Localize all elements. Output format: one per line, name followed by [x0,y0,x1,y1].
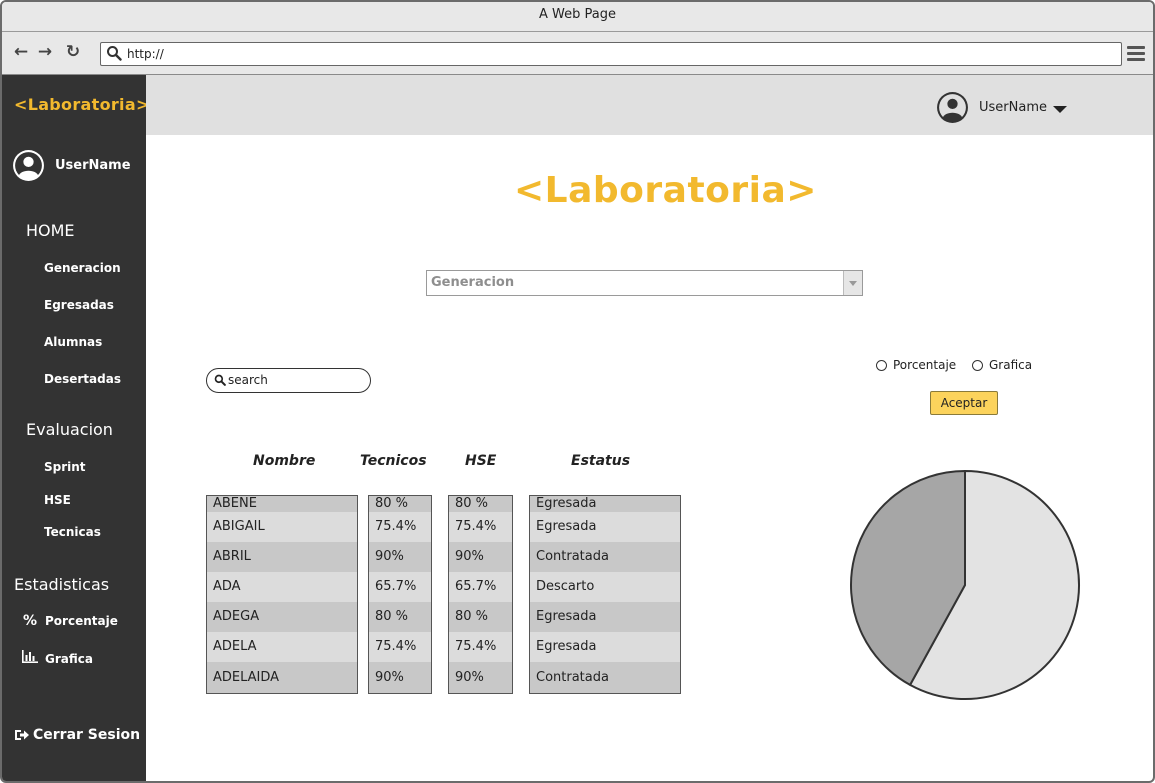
window-title: A Web Page [2,2,1153,32]
table-cell: ABIGAIL [207,512,357,542]
sidebar: <Laboratoria> UserName HOME Generacion E… [2,75,149,781]
sidebar-heading-evaluacion[interactable]: Evaluacion [26,420,113,439]
main-logo: <Laboratoria> [514,170,817,211]
table-cell: 75.4% [449,632,512,662]
url-input[interactable] [127,45,1027,63]
user-avatar-icon [937,92,968,123]
table-cell: ADELA [207,632,357,662]
radio-grafica[interactable]: Grafica [972,358,1032,372]
user-avatar-icon [13,150,44,181]
chevron-down-icon[interactable] [843,271,862,295]
reload-icon[interactable]: ↻ [63,42,83,62]
bar-chart-icon [20,650,40,667]
sidebar-logo: <Laboratoria> [14,95,150,114]
radio-circle[interactable] [972,359,983,371]
browser-navbar: ← → ↻ [2,32,1153,75]
sidebar-heading-estadisticas[interactable]: Estadisticas [14,575,109,594]
sign-out-icon [15,730,29,740]
table-cell: ADEGA [207,602,357,632]
generation-select[interactable]: Generacion [426,270,863,296]
top-header: UserName [146,75,1153,135]
pie-chart [850,469,1080,700]
column-header-nombre: Nombre [253,453,316,469]
table-cell: ABRIL [207,542,357,572]
sidebar-user[interactable]: UserName [12,149,131,182]
table-column-estatus: Egresada Egresada Contratada Descarto Egresa… [529,495,681,694]
sidebar-item-label: Porcentaje [45,614,118,628]
sidebar-item-alumnas[interactable]: Alumnas [44,335,102,349]
accept-button[interactable]: Aceptar [930,391,998,415]
sidebar-item-egresadas[interactable]: Egresadas [44,298,114,312]
table-cell: ABENE [207,496,357,512]
sidebar-item-sprint[interactable]: Sprint [44,460,86,474]
column-header-hse: HSE [465,453,497,469]
table-cell: 75.4% [449,512,512,542]
sidebar-username: UserName [55,158,131,173]
radio-label: Grafica [989,358,1033,372]
sidebar-item-hse[interactable]: HSE [44,493,71,507]
column-header-tecnicos: Tecnicos [360,453,427,469]
sidebar-item-grafica[interactable]: Grafica [20,650,93,667]
table-cell: Egresada [530,632,680,662]
search-icon [214,374,226,386]
table-cell: Contratada [530,662,680,693]
table-cell: 75.4% [369,632,431,662]
generation-select-value: Generacion [431,275,515,290]
table-cell: ADA [207,572,357,602]
table-cell: 65.7% [369,572,431,602]
forward-arrow-icon[interactable]: → [35,42,55,62]
table-cell: 90% [369,662,431,693]
table-column-hse: 80 % 75.4% 90% 65.7% 80 % 75.4% 90% [448,495,513,694]
menu-icon[interactable] [1127,46,1145,62]
table-cell: 90% [449,542,512,572]
radio-circle[interactable] [876,359,887,371]
table-cell: 90% [449,662,512,693]
search-box[interactable] [206,368,371,393]
chevron-down-icon [1052,105,1067,113]
sidebar-item-tecnicas[interactable]: Tecnicas [44,525,101,539]
sidebar-item-porcentaje[interactable]: % Porcentaje [20,613,118,629]
table-column-tecnicos: 80 % 75.4% 90% 65.7% 80 % 75.4% 90% [368,495,432,694]
table-cell: Contratada [530,542,680,572]
radio-label: Porcentaje [893,358,957,372]
table-cell: Egresada [530,602,680,632]
logout-button[interactable]: Cerrar Sesion [14,727,140,743]
table-cell: 80 % [449,602,512,632]
search-input[interactable] [228,373,363,387]
header-username: UserName [979,100,1047,115]
search-icon [107,46,122,61]
sidebar-heading-home[interactable]: HOME [26,221,75,240]
percent-icon: % [22,613,38,629]
sidebar-item-generacion[interactable]: Generacion [44,261,121,275]
table-cell: 90% [369,542,431,572]
table-column-nombre: ABENE ABIGAIL ABRIL ADA ADEGA ADELA ADELAIDA [206,495,358,694]
table-cell: 75.4% [369,512,431,542]
table-cell: 80 % [369,602,431,632]
table-cell: 80 % [369,496,431,512]
table-cell: 65.7% [449,572,512,602]
table-cell: Egresada [530,496,680,512]
column-header-estatus: Estatus [571,453,631,469]
header-user-menu[interactable]: UserName [936,91,1067,124]
url-bar[interactable] [100,42,1122,66]
sidebar-item-desertadas[interactable]: Desertadas [44,372,121,386]
table-cell: 80 % [449,496,512,512]
table-cell: ADELAIDA [207,662,357,693]
table-cell: Descarto [530,572,680,602]
sidebar-item-label: Grafica [45,651,93,666]
radio-porcentaje[interactable]: Porcentaje [876,358,956,372]
logout-label: Cerrar Sesion [33,727,141,743]
browser-window: A Web Page ← → ↻ <Laboratoria> UserName … [0,0,1155,783]
table-cell: Egresada [530,512,680,542]
back-arrow-icon[interactable]: ← [11,42,31,62]
